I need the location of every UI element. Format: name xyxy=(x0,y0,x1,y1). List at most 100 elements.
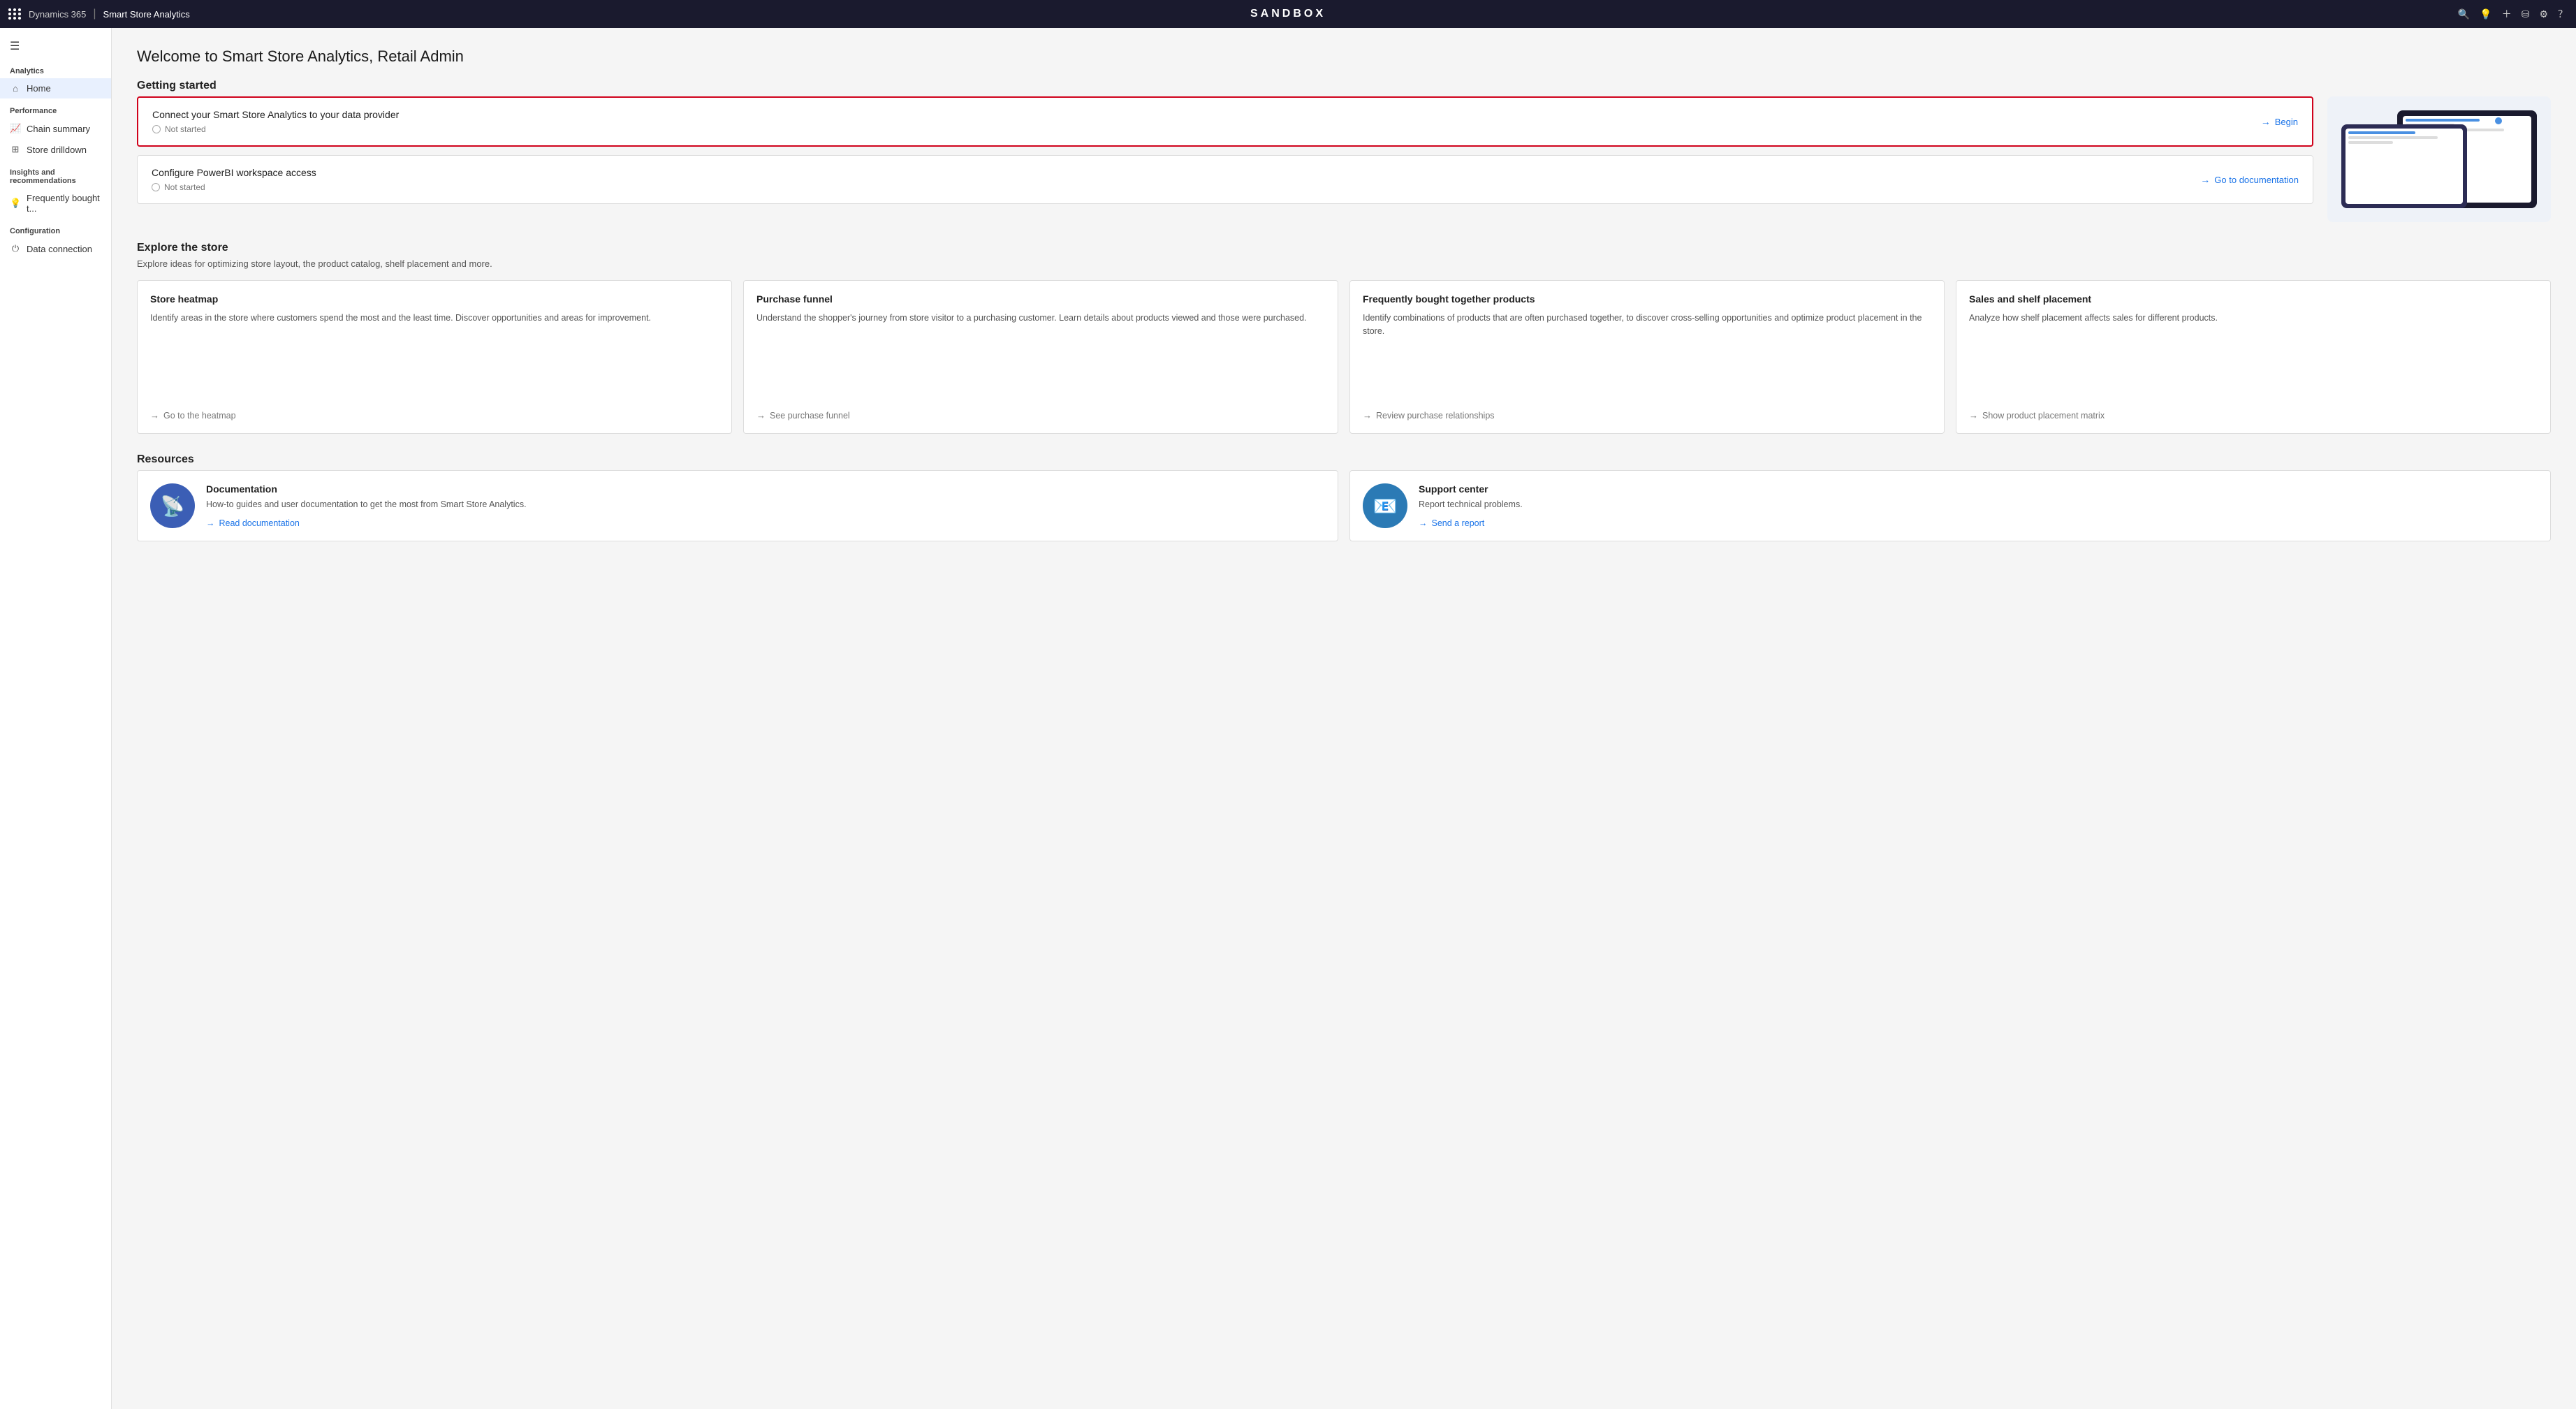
brand-name[interactable]: Dynamics 365 xyxy=(29,9,86,20)
tablet-line-1 xyxy=(2406,119,2480,122)
explore-card-shelf-link[interactable]: → Show product placement matrix xyxy=(1969,410,2538,421)
plus-icon[interactable]: ＋ xyxy=(2502,7,2512,21)
topbar: Dynamics 365 | Smart Store Analytics SAN… xyxy=(0,0,2576,28)
frequently-bought-link-arrow: → xyxy=(1363,410,1372,421)
table-icon: ⊞ xyxy=(10,144,21,155)
getting-started-title: Getting started xyxy=(137,80,2551,92)
support-desc: Report technical problems. xyxy=(1419,499,1523,511)
documentation-content: Documentation How-to guides and user doc… xyxy=(206,483,527,528)
app-name[interactable]: Smart Store Analytics xyxy=(103,9,190,20)
lightbulb-icon[interactable]: 💡 xyxy=(2480,8,2491,20)
documentation-link[interactable]: → Read documentation xyxy=(206,518,527,528)
explore-card-funnel: Purchase funnel Understand the shopper's… xyxy=(743,280,1338,434)
explore-card-frequently-bought: Frequently bought together products Iden… xyxy=(1349,280,1945,434)
store-drilldown-label: Store drilldown xyxy=(27,145,87,155)
tablet-front-screen xyxy=(2346,129,2463,204)
explore-card-funnel-desc: Understand the shopper's journey from st… xyxy=(756,312,1325,403)
filter-icon[interactable]: ⛁ xyxy=(2522,8,2530,20)
arrow-right-icon-1: → xyxy=(2261,116,2271,127)
frequently-bought-link-label: Review purchase relationships xyxy=(1376,411,1495,421)
gear-icon[interactable]: ⚙ xyxy=(2539,8,2548,20)
home-icon: ⌂ xyxy=(10,83,21,94)
support-link-label: Send a report xyxy=(1432,518,1485,528)
resources-title: Resources xyxy=(137,453,2551,466)
gs-card-connect-status: Not started xyxy=(152,124,399,134)
support-link-arrow: → xyxy=(1419,518,1428,528)
app-body: ☰ Analytics ⌂ Home Performance 📈 Chain s… xyxy=(0,28,2576,1409)
apps-menu-icon[interactable] xyxy=(8,8,22,20)
sidebar-item-chain-summary[interactable]: 📈 Chain summary xyxy=(0,118,111,139)
explore-card-funnel-link[interactable]: → See purchase funnel xyxy=(756,410,1325,421)
explore-card-frequently-bought-title: Frequently bought together products xyxy=(1363,293,1931,305)
getting-started-wrapper: Connect your Smart Store Analytics to yo… xyxy=(137,96,2551,222)
sidebar-item-store-drilldown[interactable]: ⊞ Store drilldown xyxy=(0,139,111,160)
documentation-title: Documentation xyxy=(206,483,527,495)
hero-tablets xyxy=(2327,96,2551,222)
explore-card-shelf-placement: Sales and shelf placement Analyze how sh… xyxy=(1956,280,2551,434)
radio-not-started-2 xyxy=(152,183,160,191)
explore-card-heatmap: Store heatmap Identify areas in the stor… xyxy=(137,280,732,434)
gs-action-label-1: Begin xyxy=(2275,117,2298,127)
tablet-front xyxy=(2341,124,2467,208)
gs-action-label-2: Go to documentation xyxy=(2214,175,2299,185)
explore-card-heatmap-link[interactable]: → Go to the heatmap xyxy=(150,410,719,421)
shelf-link-arrow: → xyxy=(1969,410,1978,421)
performance-section-label: Performance xyxy=(0,98,111,118)
explore-card-shelf-title: Sales and shelf placement xyxy=(1969,293,2538,305)
topbar-right: 🔍 💡 ＋ ⛁ ⚙ ？ xyxy=(2458,7,2568,21)
documentation-desc: How-to guides and user documentation to … xyxy=(206,499,527,511)
sandbox-label: SANDBOX xyxy=(1250,8,1326,20)
gs-card-powerbi-status: Not started xyxy=(152,182,316,192)
chain-summary-label: Chain summary xyxy=(27,124,90,134)
gs-card-powerbi-action[interactable]: → Go to documentation xyxy=(2200,174,2299,185)
heatmap-link-arrow: → xyxy=(150,410,159,421)
explore-card-shelf-desc: Analyze how shelf placement affects sale… xyxy=(1969,312,2538,403)
explore-cards: Store heatmap Identify areas in the stor… xyxy=(137,280,2551,434)
documentation-icon: 📡 xyxy=(161,495,185,518)
question-icon[interactable]: ？ xyxy=(2558,7,2568,21)
shelf-link-label: Show product placement matrix xyxy=(1982,411,2105,421)
insights-section-label: Insights and recommendations xyxy=(0,160,111,188)
funnel-link-arrow: → xyxy=(756,410,766,421)
sidebar-item-home-label: Home xyxy=(27,83,51,94)
gs-card-connect-left: Connect your Smart Store Analytics to yo… xyxy=(152,109,399,134)
heatmap-link-label: Go to the heatmap xyxy=(163,411,236,421)
hero-image xyxy=(2327,96,2551,222)
support-title: Support center xyxy=(1419,483,1523,495)
sidebar-item-data-connection[interactable]: ⏻ Data connection xyxy=(0,238,111,259)
sidebar: ☰ Analytics ⌂ Home Performance 📈 Chain s… xyxy=(0,28,112,1409)
resource-card-documentation: 📡 Documentation How-to guides and user d… xyxy=(137,470,1338,541)
explore-card-frequently-bought-link[interactable]: → Review purchase relationships xyxy=(1363,410,1931,421)
frequently-bought-label: Frequently bought t... xyxy=(27,193,101,214)
explore-card-frequently-bought-desc: Identify combinations of products that a… xyxy=(1363,312,1931,403)
resources-cards: 📡 Documentation How-to guides and user d… xyxy=(137,470,2551,541)
sidebar-item-home[interactable]: ⌂ Home xyxy=(0,78,111,98)
gs-card-powerbi-left: Configure PowerBI workspace access Not s… xyxy=(152,167,316,192)
support-link[interactable]: → Send a report xyxy=(1419,518,1523,528)
resource-card-support: 📧 Support center Report technical proble… xyxy=(1349,470,2551,541)
search-icon[interactable]: 🔍 xyxy=(2458,8,2470,20)
explore-subtitle: Explore ideas for optimizing store layou… xyxy=(137,258,2551,269)
explore-card-heatmap-desc: Identify areas in the store where custom… xyxy=(150,312,719,403)
documentation-link-arrow: → xyxy=(206,518,215,528)
gs-card-powerbi-title: Configure PowerBI workspace access xyxy=(152,167,316,178)
gs-status-label-1: Not started xyxy=(165,124,206,134)
support-icon-circle: 📧 xyxy=(1363,483,1407,528)
funnel-link-label: See purchase funnel xyxy=(770,411,850,421)
page-title: Welcome to Smart Store Analytics, Retail… xyxy=(137,48,2551,66)
tablet-line-5 xyxy=(2348,131,2415,134)
hamburger-menu-icon[interactable]: ☰ xyxy=(0,34,111,59)
configuration-section-label: Configuration xyxy=(0,219,111,238)
getting-started-cards: Connect your Smart Store Analytics to yo… xyxy=(137,96,2313,222)
gs-card-connect-action[interactable]: → Begin xyxy=(2261,116,2298,127)
support-icon: 📧 xyxy=(1373,495,1398,518)
sidebar-item-frequently-bought[interactable]: 💡 Frequently bought t... xyxy=(0,188,111,219)
main-content: Welcome to Smart Store Analytics, Retail… xyxy=(112,28,2576,1409)
gs-status-label-2: Not started xyxy=(164,182,205,192)
explore-title: Explore the store xyxy=(137,242,2551,254)
tablet-line-6 xyxy=(2348,136,2438,139)
data-connection-label: Data connection xyxy=(27,244,92,254)
arrow-right-icon-2: → xyxy=(2200,174,2210,185)
gs-card-connect-title: Connect your Smart Store Analytics to yo… xyxy=(152,109,399,120)
chart-line-icon: 📈 xyxy=(10,123,21,134)
